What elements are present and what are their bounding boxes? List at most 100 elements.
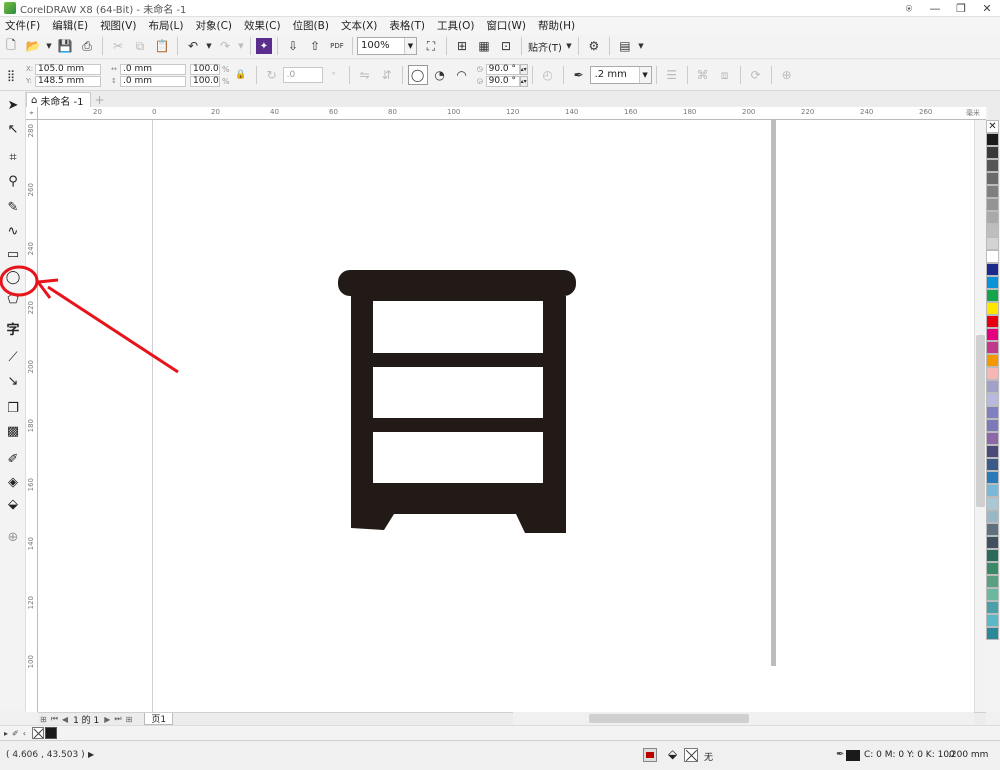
connector-tool-icon[interactable]: ↘	[3, 371, 23, 391]
menu-text[interactable]: 文本(X)	[335, 18, 383, 33]
y-position-field[interactable]: 148.5 mm	[35, 75, 101, 87]
no-fill-swatch[interactable]	[31, 727, 44, 739]
drawer-1[interactable]	[373, 301, 543, 353]
paste-icon[interactable]: 📋	[152, 36, 172, 56]
show-guidelines-icon[interactable]: ⊡	[496, 36, 516, 56]
color-swatch[interactable]	[986, 471, 999, 484]
lock-ratio-icon[interactable]: 🔒	[231, 65, 251, 85]
cabinet-drawing[interactable]	[338, 270, 576, 533]
text-tool-icon[interactable]: 字	[3, 318, 23, 338]
menu-view[interactable]: 视图(V)	[94, 18, 142, 33]
last-page-icon[interactable]: ⏭	[114, 714, 121, 724]
color-swatch[interactable]	[986, 562, 999, 575]
full-screen-icon[interactable]: ⛶	[421, 36, 441, 56]
color-swatch[interactable]	[986, 146, 999, 159]
vertical-ruler[interactable]: 2802602402202001801601401201008060	[26, 120, 38, 712]
application-launcher-icon[interactable]: ▤	[615, 36, 635, 56]
color-swatch[interactable]	[986, 341, 999, 354]
mirror-vertical-icon[interactable]: ⇵	[377, 65, 397, 85]
menu-tools[interactable]: 工具(O)	[431, 18, 480, 33]
undo-icon[interactable]: ↶	[183, 36, 203, 56]
start-angle-spinner[interactable]: ▴▾	[519, 63, 528, 75]
shape-tool-icon[interactable]: ↖	[3, 119, 23, 139]
color-swatch[interactable]	[986, 185, 999, 198]
color-swatch[interactable]	[986, 263, 999, 276]
color-swatch[interactable]	[986, 198, 999, 211]
ellipse-tool-icon[interactable]: ◯	[3, 267, 23, 287]
restore-button[interactable]: ❐	[948, 0, 974, 17]
vertical-scroll-thumb[interactable]	[976, 335, 985, 507]
zoom-tool-icon[interactable]: ⚲	[3, 171, 23, 191]
print-icon[interactable]: ⎙	[77, 36, 97, 56]
drawer-2[interactable]	[373, 367, 543, 418]
black-swatch[interactable]	[44, 727, 57, 739]
x-position-field[interactable]: 105.0 mm	[35, 63, 101, 75]
ellipse-mode-icon[interactable]: ◯	[407, 65, 428, 85]
drawing-canvas[interactable]	[38, 120, 986, 712]
undo-dropdown-icon[interactable]: ▼	[205, 36, 213, 56]
previous-page-icon[interactable]: ◀	[62, 715, 68, 724]
chevron-down-icon[interactable]: ▼	[638, 67, 651, 83]
menu-edit[interactable]: 编辑(E)	[46, 18, 94, 33]
save-icon[interactable]: 💾	[55, 36, 75, 56]
color-swatch[interactable]	[986, 250, 999, 263]
start-angle-field[interactable]: 90.0 °	[485, 63, 520, 75]
zoom-level-field[interactable]: 100% ▼	[357, 37, 417, 55]
polygon-tool-icon[interactable]: ⬠	[3, 289, 23, 309]
ruler-origin[interactable]: ⌖	[26, 107, 38, 120]
minimize-button[interactable]: —	[922, 0, 948, 17]
add-page-before-icon[interactable]: ⊞	[40, 715, 47, 724]
color-swatch[interactable]	[986, 224, 999, 237]
show-grid-icon[interactable]: ▦	[474, 36, 494, 56]
export-icon[interactable]: ⇧	[305, 36, 325, 56]
drawer-3[interactable]	[373, 432, 543, 483]
menu-window[interactable]: 窗口(W)	[480, 18, 532, 33]
scale-height-field[interactable]: 100.0	[190, 75, 220, 87]
menu-object[interactable]: 对象(C)	[190, 18, 239, 33]
color-swatch[interactable]	[986, 497, 999, 510]
eyedropper-icon[interactable]: ✐	[12, 729, 19, 738]
color-swatch[interactable]	[986, 367, 999, 380]
pick-tool-icon[interactable]: ➤	[3, 95, 23, 115]
color-swatch[interactable]	[986, 302, 999, 315]
close-button[interactable]: ✕	[974, 0, 1000, 17]
pie-mode-icon[interactable]: ◔	[430, 65, 450, 85]
new-document-icon[interactable]: 🗋	[1, 36, 21, 56]
rotation-angle-field[interactable]: .0	[282, 67, 323, 83]
color-swatch[interactable]	[986, 354, 999, 367]
horizontal-scroll-thumb[interactable]	[589, 714, 749, 723]
snap-to-label[interactable]: 贴齐(T)	[528, 39, 562, 54]
page-tab[interactable]: 页1	[144, 713, 174, 725]
wrap-text-icon[interactable]: ☰	[662, 65, 682, 85]
cut-icon[interactable]: ✂	[108, 36, 128, 56]
menu-bitmaps[interactable]: 位图(B)	[287, 18, 335, 33]
color-swatch[interactable]	[986, 315, 999, 328]
snap-dropdown-icon[interactable]: ▼	[565, 36, 573, 56]
rectangle-tool-icon[interactable]: ▭	[3, 244, 23, 264]
refresh-icon[interactable]: ⟳	[746, 65, 766, 85]
no-color-swatch[interactable]: ✕	[986, 120, 999, 133]
arc-mode-icon[interactable]: ◠	[452, 65, 472, 85]
color-swatch[interactable]	[986, 432, 999, 445]
options-gear-icon[interactable]: ⚙	[584, 36, 604, 56]
horizontal-ruler[interactable]: 20 0 20 40 60 80 100 120 140 160 180 200 220 240 260 毫米	[38, 107, 986, 120]
color-swatch[interactable]	[986, 380, 999, 393]
first-page-icon[interactable]: ⏮	[51, 714, 58, 724]
color-swatch[interactable]	[986, 588, 999, 601]
color-swatch[interactable]	[986, 458, 999, 471]
color-swatch[interactable]	[986, 237, 999, 250]
color-swatch[interactable]	[986, 627, 999, 640]
account-icon[interactable]: ⍟	[896, 0, 922, 17]
open-dropdown-icon[interactable]: ▼	[45, 36, 53, 56]
color-swatch[interactable]	[986, 536, 999, 549]
import-icon[interactable]: ⇩	[283, 36, 303, 56]
rotate-icon[interactable]: ↻	[262, 65, 282, 85]
change-direction-icon[interactable]: ◴	[538, 65, 558, 85]
outline-width-field[interactable]: .2 mm ▼	[589, 66, 652, 84]
palette-back-icon[interactable]: ‹	[23, 729, 26, 738]
color-swatch[interactable]	[986, 549, 999, 562]
chevron-down-icon[interactable]: ▼	[404, 38, 416, 54]
color-swatch[interactable]	[986, 445, 999, 458]
color-swatch[interactable]	[986, 406, 999, 419]
color-swatch[interactable]	[986, 276, 999, 289]
